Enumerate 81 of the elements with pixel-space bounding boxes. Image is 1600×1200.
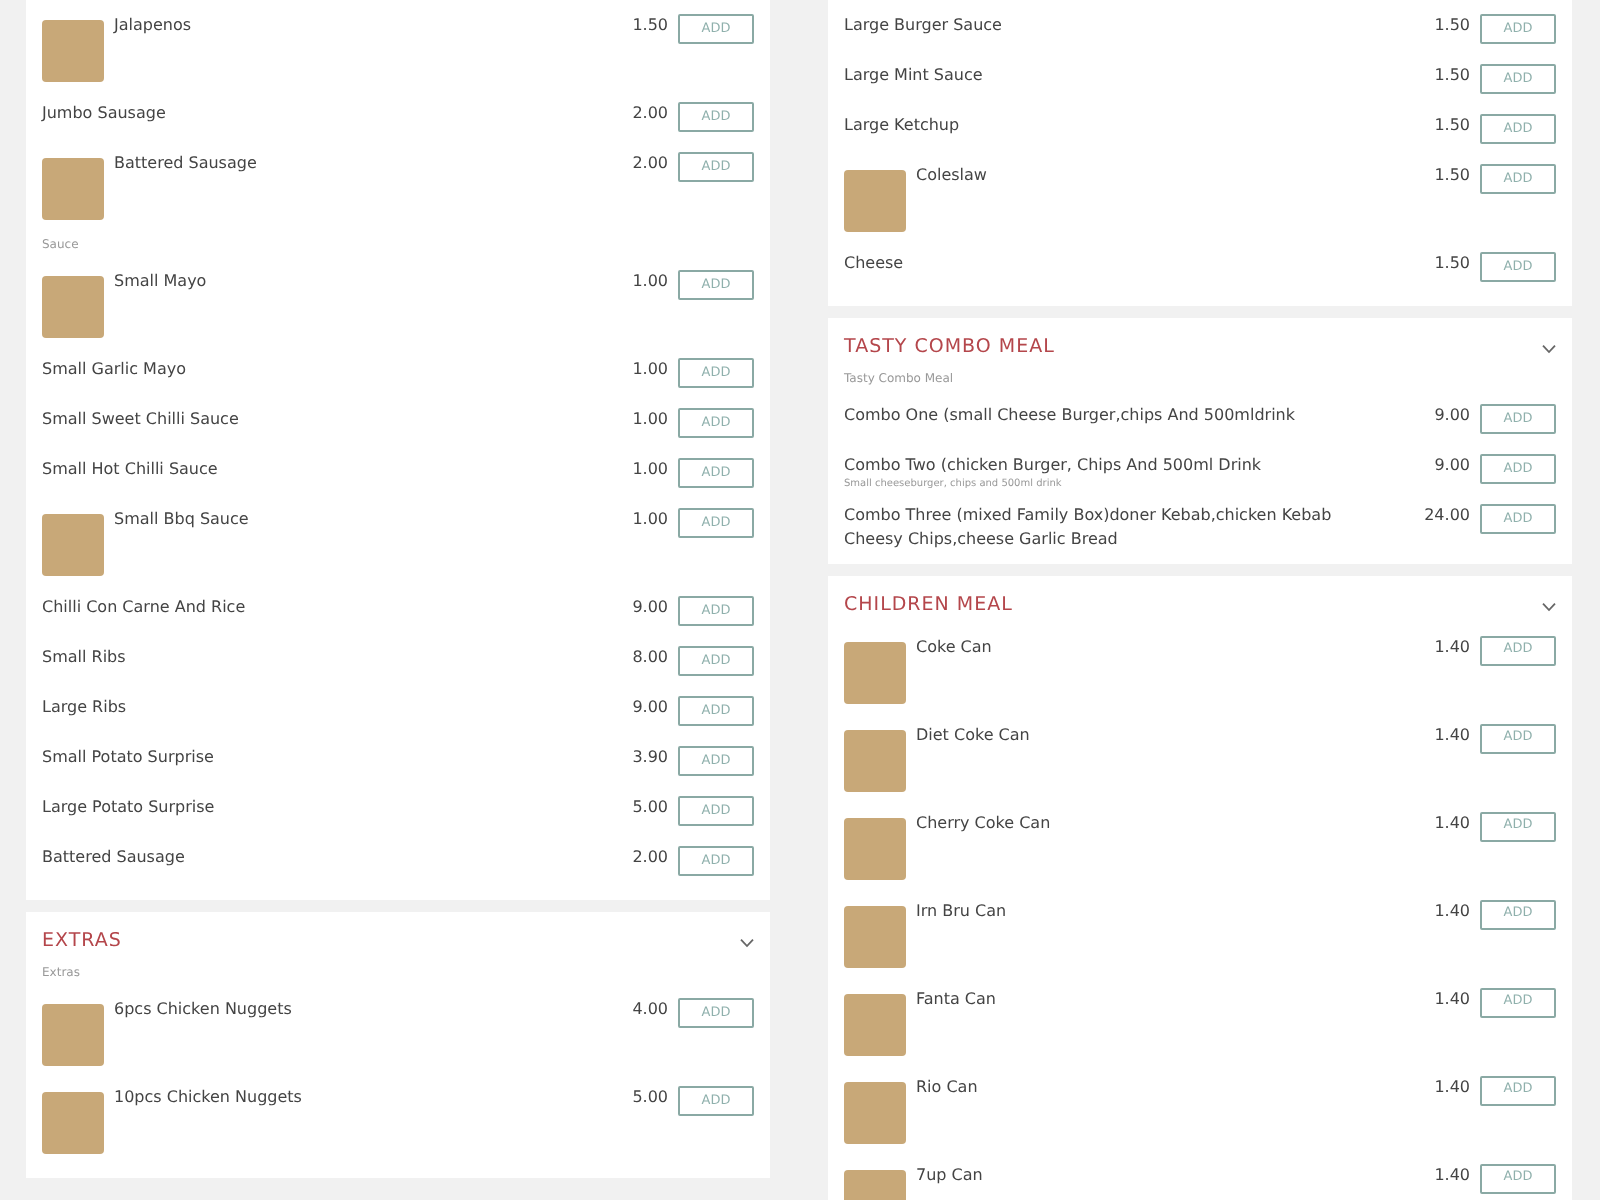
photo-placeholder [844,1081,906,1143]
section-title: EXTRAS [42,928,122,956]
item-price: 9.00 [1432,454,1470,479]
item-price: 1.40 [1432,1075,1470,1099]
item-price: 1.40 [1432,899,1470,923]
photo-placeholder [42,158,104,220]
item-name: Large Burger Sauce [844,14,1004,38]
item-price: 2.00 [630,152,668,176]
item-name: Small Mayo [114,270,209,294]
item-price: 1.00 [630,270,668,294]
item-price: 1.50 [1432,14,1470,38]
section-title: TASTY COMBO MEAL [844,334,1055,362]
item-name: Cheese [844,252,906,276]
item-name: Small Garlic Mayo [42,358,188,382]
item-price: 1.50 [1432,164,1470,188]
item-price: 9.00 [630,696,668,720]
item-price: 1.00 [630,508,668,532]
item-name: Large Ribs [42,696,129,720]
item-price: 5.00 [630,796,668,820]
chevron-down-icon[interactable] [740,937,754,948]
photo-placeholder [844,729,906,791]
item-price: 1.40 [1432,811,1470,835]
section-title: CHILDREN MEAL [844,592,1013,621]
item-name: Jumbo Sausage [42,102,168,126]
item-name: Battered Sausage [42,846,187,870]
item-price: 24.00 [1422,504,1470,529]
photo-placeholder [42,20,104,82]
photo-placeholder [844,905,906,967]
photo-placeholder [844,817,906,879]
item-name: 7up Can [916,1163,985,1187]
item-price: 1.40 [1432,635,1470,659]
item-name: Combo One (small Cheese Burger,chips And 500mldrink [844,404,1297,429]
item-name: Cherry Coke Can [916,811,1053,835]
item-name: Rio Can [916,1075,980,1099]
photo-placeholder [844,993,906,1055]
item-price: 2.00 [630,102,668,126]
item-price: 1.00 [630,458,668,482]
item-name: Small Bbq Sauce [114,508,251,532]
photo-placeholder [844,170,906,232]
photo-placeholder [42,1092,104,1155]
item-price: 1.50 [1432,252,1470,276]
item-name: Large Ketchup [844,114,962,138]
item-price: 5.00 [630,1086,668,1111]
item-price: 2.00 [630,846,668,870]
item-price: 1.00 [630,358,668,382]
item-name: Large Potato Surprise [42,796,217,820]
photo-placeholder [42,1004,104,1067]
item-name: Jalapenos [114,14,194,38]
item-name: Small Potato Surprise [42,746,216,770]
item-price: 3.90 [630,746,668,770]
item-name: Combo Three (mixed Family Box)doner Kebab,chicken Kebab Cheesy Chips,cheese Garlic Bread [844,504,1334,553]
item-name: 6pcs Chicken Nuggets [114,998,294,1023]
chevron-down-icon[interactable] [1542,343,1556,354]
item-price: 1.40 [1432,723,1470,747]
item-price: 1.00 [630,408,668,432]
item-name: Coke Can [916,635,994,659]
item-price: 4.00 [630,998,668,1023]
item-name: Small Ribs [42,646,128,670]
item-name: Combo Two (chicken Burger, Chips And 500ml Drink [844,454,1264,478]
chevron-down-icon[interactable] [1542,601,1556,612]
item-name: Small Sweet Chilli Sauce [42,408,241,432]
item-name: Small Hot Chilli Sauce [42,458,220,482]
item-price: 9.00 [1432,404,1470,429]
item-price: 9.00 [630,596,668,620]
item-name: Battered Sausage [114,152,259,176]
item-name: Fanta Can [916,987,998,1011]
photo-placeholder [42,514,104,576]
item-name: 10pcs Chicken Nuggets [114,1086,304,1111]
item-name: Irn Bru Can [916,899,1009,923]
item-price: 8.00 [630,646,668,670]
item-name: Diet Coke Can [916,723,1032,747]
item-name: Coleslaw [916,164,989,188]
item-price: 1.50 [1432,64,1470,88]
item-name: Chilli Con Carne And Rice [42,596,248,620]
photo-placeholder [42,276,104,338]
item-price: 1.40 [1432,987,1470,1011]
photo-placeholder [844,641,906,703]
item-name: Large Mint Sauce [844,64,985,88]
item-price: 1.50 [1432,114,1470,138]
item-price: 1.40 [1432,1163,1470,1187]
item-price: 1.50 [630,14,668,38]
